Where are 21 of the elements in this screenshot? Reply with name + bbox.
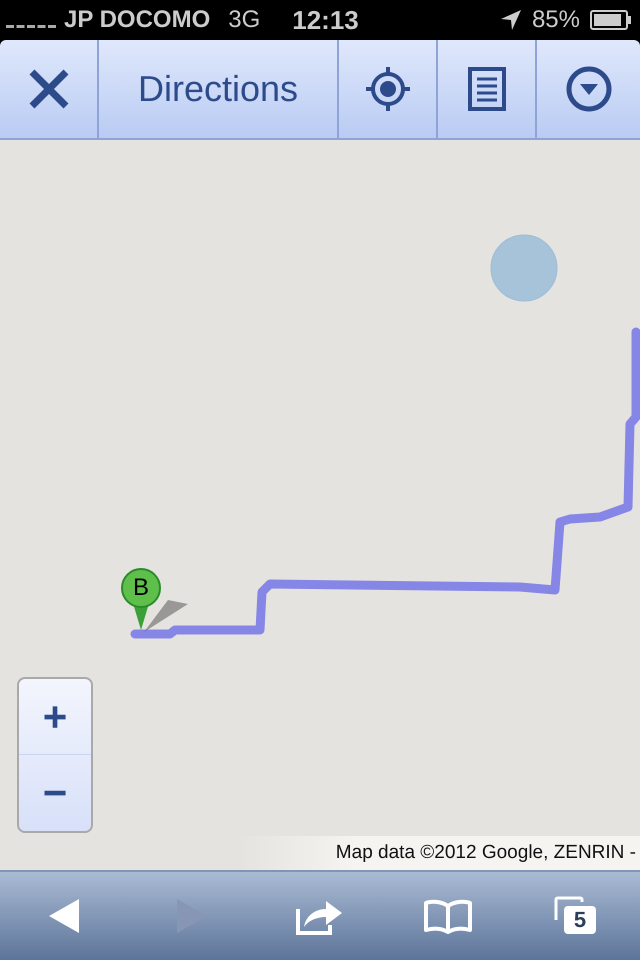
map-attribution: Map data ©2012 Google, ZENRIN - xyxy=(336,842,636,864)
carrier-name: JP DOCOMO xyxy=(64,6,210,34)
map-background[interactable]: B + − Map data ©2012 Google, ZENRIN - xyxy=(0,140,640,870)
location-arrow-icon xyxy=(500,9,522,31)
back-icon xyxy=(47,897,81,935)
list-icon xyxy=(468,67,506,111)
zoom-in-button[interactable]: + xyxy=(19,679,91,755)
battery-percent: 85% xyxy=(532,6,580,34)
network-type: 3G xyxy=(228,6,260,34)
signal-icon xyxy=(6,25,58,29)
clock-time: 12:13 xyxy=(292,4,359,36)
accuracy-circle xyxy=(490,234,558,302)
close-icon xyxy=(28,68,70,110)
tabs-button[interactable]: 5 xyxy=(512,872,640,960)
marker-label: B xyxy=(132,574,149,602)
dropdown-icon xyxy=(566,66,612,112)
battery-icon xyxy=(590,10,632,30)
tab-count: 5 xyxy=(564,906,596,934)
crosshair-icon xyxy=(364,65,412,113)
zoom-out-button[interactable]: − xyxy=(19,755,91,831)
book-icon xyxy=(423,898,473,934)
